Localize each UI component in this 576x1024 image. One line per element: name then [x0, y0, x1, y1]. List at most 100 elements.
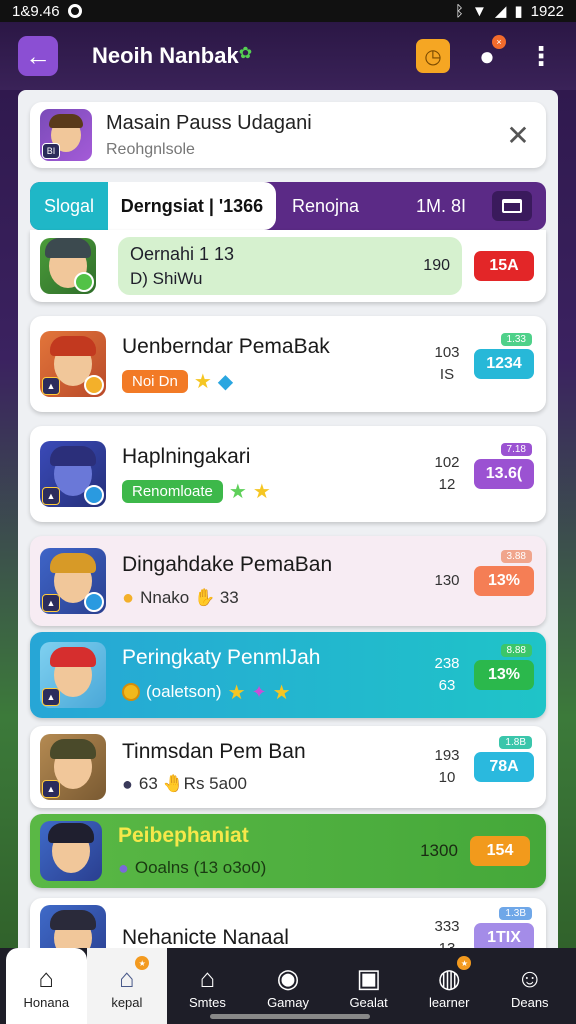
row-tag: Renomloate [122, 479, 223, 503]
nav-label: Gamay [267, 994, 309, 1010]
nav-item-learner[interactable]: ◍ ★ learner [409, 948, 490, 1024]
score-button[interactable]: 15A [474, 251, 534, 281]
app-bar: ← Neoih Nanbak✿ ◷ ● × ⋮ [0, 22, 576, 90]
level-badge-icon: ▲ [42, 594, 60, 612]
row-number-secondary: 63 [438, 677, 456, 694]
nav-item-home[interactable]: ⌂ Honana [6, 948, 87, 1024]
check-icon [84, 592, 104, 612]
avatar: ▲ [40, 331, 106, 397]
bottom-navigation: ⌂ Honana ⌂ ★ kepal ⌂ Smtes ◉ Gamay ▣ Gea… [0, 948, 576, 1024]
close-icon: ✕ [506, 119, 530, 151]
list-item[interactable]: ▲ Uenberndar PemaBak Noi Dn ★ ◆ 103 IS 1… [30, 316, 546, 412]
list-item-selected[interactable]: ▲ Peringkaty PenmlJah (oaletson) ★ ✦ ★ 2… [30, 632, 546, 718]
leaf-icon: ✿ [238, 45, 253, 62]
row-number: 130 [434, 572, 460, 589]
orb-icon: ● [122, 773, 133, 794]
nav-label: Gealat [349, 994, 388, 1010]
row-number: 193 [434, 747, 460, 764]
nav-item-gamay[interactable]: ◉ Gamay [248, 948, 329, 1024]
row-title: Peibephaniat [118, 823, 249, 847]
tab-bar: Slogal Derngsiat | '1366 Renojna 1M. 8I [30, 182, 546, 230]
row-subtitle: Nnako ✋ 33 [140, 588, 239, 607]
nav-item-gealat[interactable]: ▣ Gealat [328, 948, 409, 1024]
drop-icon: ● [122, 586, 135, 609]
status-bar: 1&9.46 ᛒ ▼ ◢ ▮ 1922 [0, 0, 576, 22]
list-item[interactable]: ▲ Dingahdake PemaBan ● Nnako ✋ 33 130 3.… [30, 536, 546, 626]
star-icon: ★ [228, 480, 247, 503]
tab-derngsiat[interactable]: Derngsiat | '1366 [108, 182, 276, 230]
profile-icon: ☺ [516, 963, 544, 993]
status-icon [74, 272, 94, 292]
row-tag: Noi Dn [122, 369, 188, 393]
avatar: ▲ [40, 642, 106, 708]
row-number: 333 [434, 918, 460, 935]
close-button[interactable]: ✕ [500, 119, 536, 152]
tab-renojna[interactable]: Renojna 1M. 8I [276, 182, 546, 230]
row-title: Dingahdake PemaBan [122, 552, 333, 576]
back-button[interactable]: ← [18, 36, 58, 76]
nav-item-smtes[interactable]: ⌂ Smtes [167, 948, 248, 1024]
row-title: Peringkaty PenmlJah [122, 645, 321, 669]
level-badge-icon: ▲ [42, 487, 60, 505]
avatar: ▲ [40, 441, 106, 507]
home-icon: ⌂ [38, 963, 55, 993]
score-button[interactable]: 13% [474, 566, 534, 596]
more-options-button[interactable]: ⋮ [524, 39, 558, 73]
coin-icon [84, 375, 104, 395]
avatar: BI [40, 109, 92, 161]
score-button[interactable]: 78A [474, 752, 534, 782]
row-number: 102 [434, 454, 460, 471]
notification-badge: × [492, 35, 506, 49]
nav-label: Deans [510, 994, 549, 1010]
bluetooth-icon: ᛒ [454, 2, 464, 20]
nav-label: learner [428, 994, 470, 1010]
score-button[interactable]: 154 [470, 836, 530, 866]
row-number: 1300 [420, 841, 458, 860]
list-item[interactable]: ▲ Haplningakari Renomloate ★ ★ 102 12 7.… [30, 426, 546, 522]
row-title: Tinmsdan Pem Ban [122, 739, 306, 763]
score-button[interactable]: 13.6( [474, 459, 534, 489]
list-item[interactable]: ▲ Tinmsdan Pem Ban ● 63 🤚Rs 5a00 193 10 … [30, 726, 546, 808]
row-tag: (oaletson) [146, 682, 222, 701]
main-panel: BI Masain Pauss Udagani Reohgnlsole ✕ Sl… [18, 90, 558, 960]
star-icon: ★ [252, 480, 271, 503]
tab-slogal[interactable]: Slogal [30, 182, 108, 230]
list-item[interactable]: Oernahi 1 13 D) ShiWu 190 15A [30, 230, 546, 302]
avatar [40, 238, 96, 294]
small-tag: 8.88 [500, 644, 532, 657]
nav-item-deans[interactable]: ☺ Deans [489, 948, 570, 1024]
profile-subtitle: Reohgnlsole [106, 140, 195, 158]
row-title: Haplningakari [122, 444, 251, 468]
window-icon[interactable] [492, 191, 532, 221]
avatar: ▲ [40, 734, 106, 800]
controller-icon: ◍ [437, 963, 461, 993]
nav-label: Smtes [189, 994, 226, 1010]
small-tag: 1.3B [499, 907, 532, 920]
tab-renojna-label: Renojna [292, 195, 360, 216]
row-subtitle: 63 🤚Rs 5a00 [138, 774, 247, 793]
status-dot-icon [67, 4, 82, 18]
row-number: 190 [423, 257, 450, 274]
row-subtitle: Ooalns (13 o3o0) [134, 858, 267, 877]
profile-button[interactable]: ● × [470, 35, 506, 73]
gift-icon: ▣ [356, 963, 381, 993]
row-number-secondary: 10 [438, 769, 456, 786]
status-time-left: 1&9.46 [12, 2, 60, 20]
profile-name: Masain Pauss Udagani [106, 111, 312, 134]
small-tag: 7.18 [500, 443, 532, 456]
signal-icon: ◢ [494, 3, 507, 20]
trophy-button[interactable]: ◷ [416, 39, 450, 73]
face-icon [48, 823, 94, 873]
star-icon: ★ [272, 681, 291, 704]
score-button[interactable]: 13% [474, 660, 534, 690]
row-title: Oernahi 1 13 [130, 243, 235, 264]
list-item[interactable]: Peibephaniat ● Ooalns (13 o3o0) 1300 154 [30, 814, 546, 888]
home-indicator[interactable] [210, 1014, 370, 1019]
coin-icon [122, 683, 140, 701]
profile-card[interactable]: BI Masain Pauss Udagani Reohgnlsole ✕ [30, 102, 546, 168]
avatar: ▲ [40, 548, 106, 614]
nav-item-kepal[interactable]: ⌂ ★ kepal [86, 948, 168, 1024]
score-button[interactable]: 1234 [474, 349, 534, 379]
nav-badge: ★ [457, 956, 472, 970]
small-tag: 3.88 [500, 550, 532, 563]
